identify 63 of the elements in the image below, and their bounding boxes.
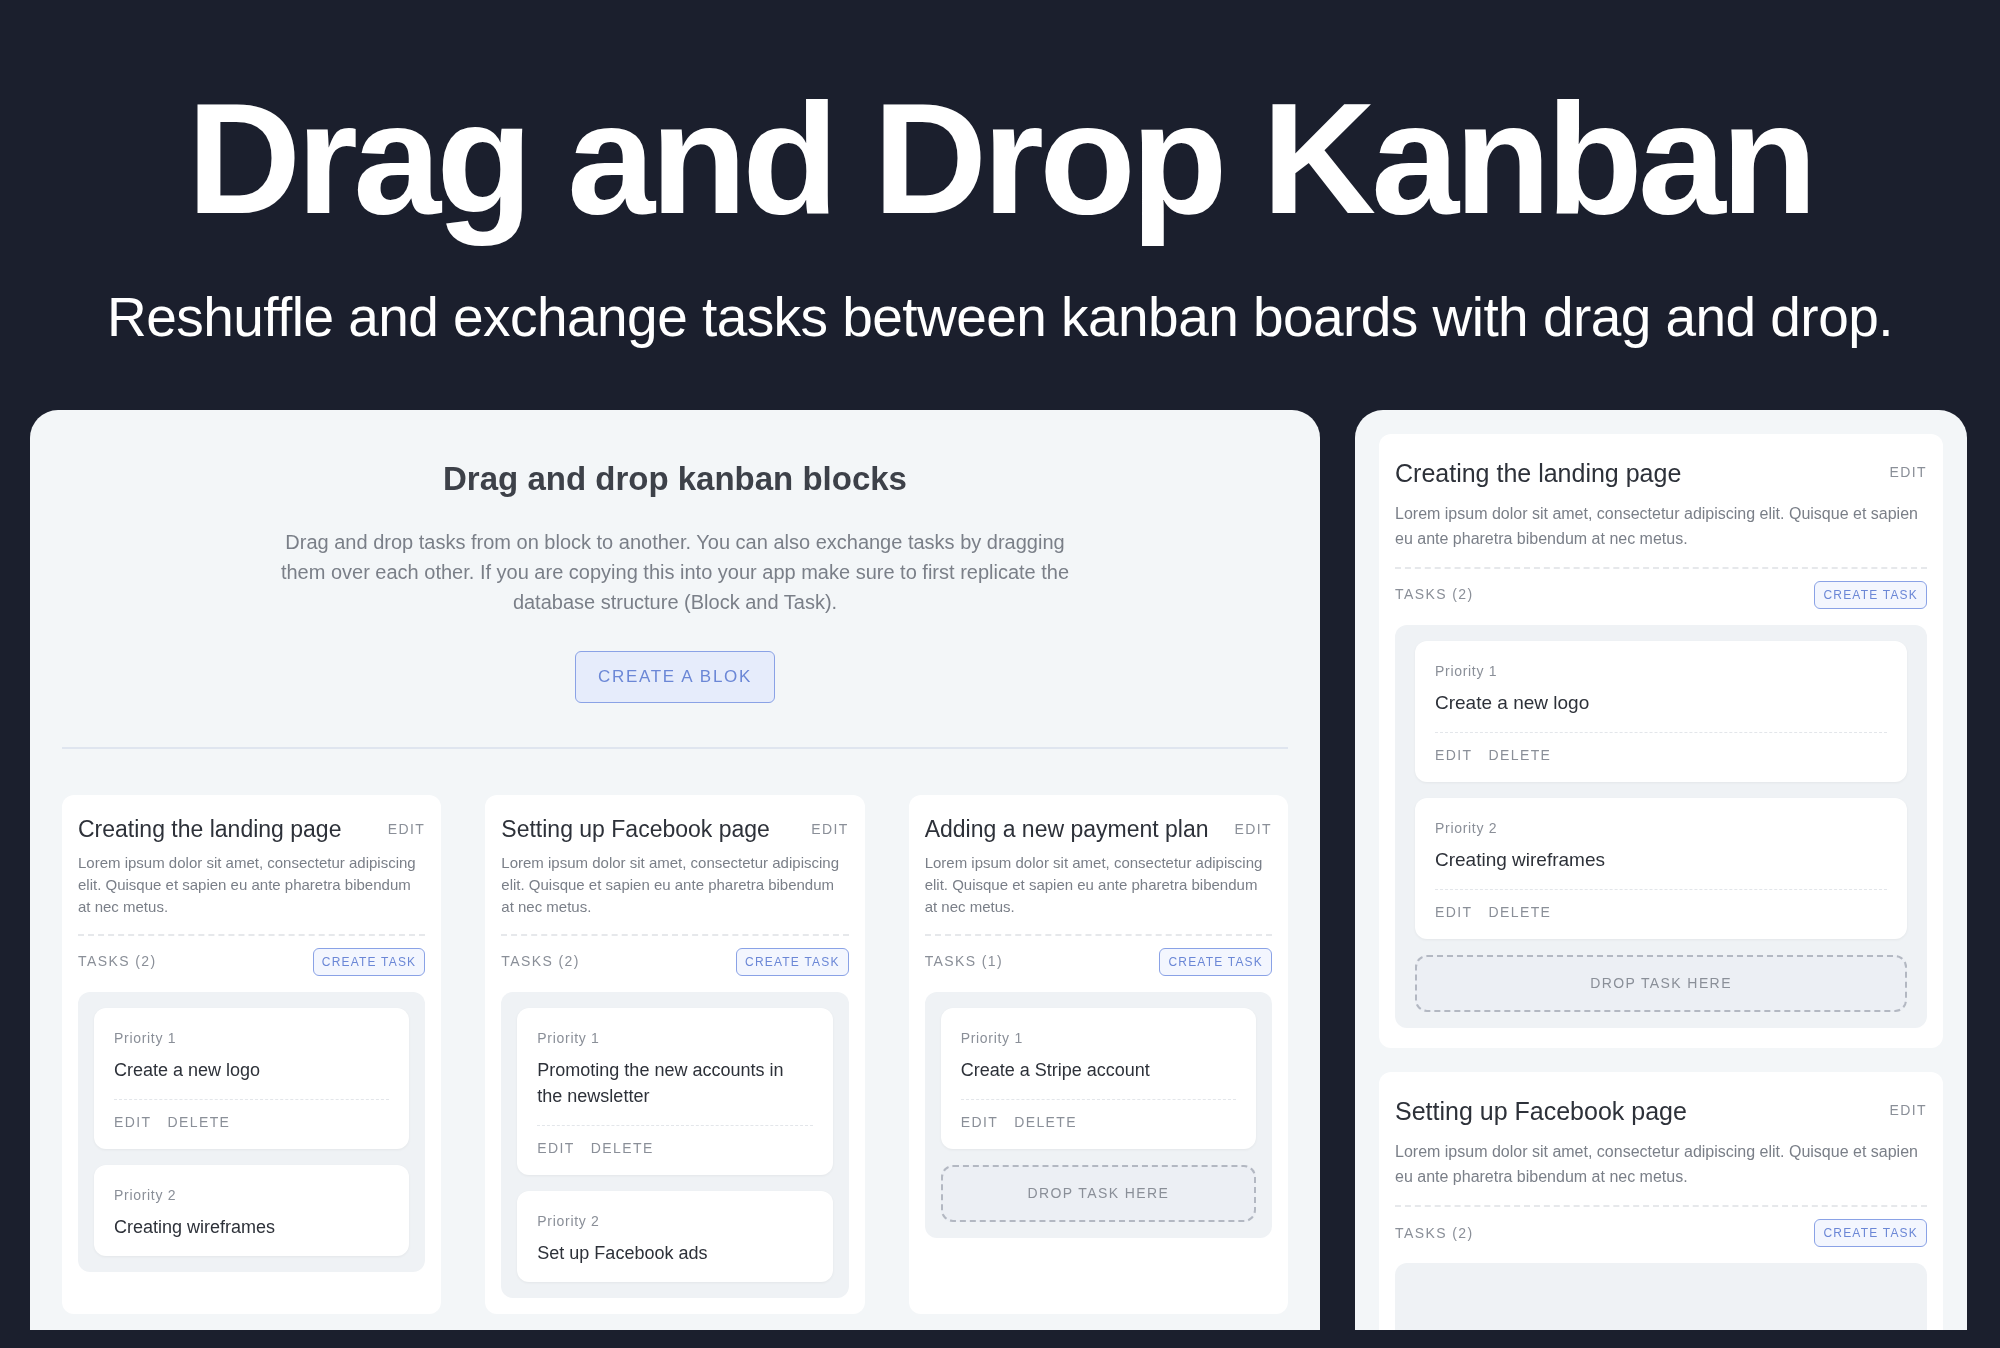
task-card[interactable]: Priority 1 Create a new logo EDIT DELETE: [1415, 640, 1907, 782]
task-action-link[interactable]: DELETE: [1014, 1111, 1078, 1133]
task-action-link[interactable]: DELETE: [1488, 901, 1552, 923]
block-title: Adding a new payment plan: [924, 815, 1209, 844]
create-task-button[interactable]: CREATE TASK: [736, 947, 849, 976]
task-action-link[interactable]: EDIT: [960, 1111, 999, 1133]
task-priority: Priority 1: [114, 1028, 178, 1048]
tasks-count: TASKS (2): [1395, 1223, 1474, 1243]
create-block-button[interactable]: CREATE A BLOK: [575, 651, 775, 704]
edit-link[interactable]: EDIT: [811, 819, 849, 841]
task-title: Create a Stripe account: [960, 1058, 1151, 1082]
task-priority: Priority 1: [960, 1028, 1024, 1048]
block-description: Lorem ipsum dolor sit amet, consectetur adipiscing elit. Quisque et sapien eu ante pharetra bibendum at nec metus.: [1395, 503, 1919, 549]
create-task-button[interactable]: CREATE TASK: [312, 947, 426, 976]
task-priority: Priority 1: [1435, 661, 1499, 681]
task-priority: Priority 1: [537, 1028, 601, 1048]
task-card[interactable]: Priority 2 Creating wireframes EDIT DELETE: [1415, 797, 1907, 939]
task-action-link[interactable]: EDIT: [114, 1111, 152, 1133]
create-task-button[interactable]: CREATE TASK: [1159, 947, 1272, 976]
task-action-link[interactable]: EDIT: [1435, 744, 1473, 766]
edit-link[interactable]: EDIT: [1889, 1099, 1927, 1121]
task-priority: Priority 2: [1435, 818, 1499, 838]
edit-link[interactable]: EDIT: [1234, 819, 1272, 841]
block-description: Lorem ipsum dolor sit amet, consectetur adipiscing elit. Quisque et sapien eu ante pharetra bibendum at nec metus.: [1395, 1142, 1919, 1188]
block-title: Setting up Facebook page: [501, 815, 770, 844]
task-card[interactable]: Priority 1 Create a new logo EDIT DELETE: [94, 1007, 410, 1149]
panel-description: Drag and drop tasks from on block to another. You can also exchange tasks by dragging them over each other. If you are copying this into your app make sure to first replicate the database structure (Block and Task).: [279, 530, 1071, 616]
task-title: Create a new logo: [1435, 690, 1591, 715]
edit-link[interactable]: EDIT: [387, 819, 426, 841]
drop-zone[interactable]: DROP TASK HERE: [1415, 954, 1907, 1012]
task-priority: Priority 2: [537, 1211, 601, 1231]
task-title: Creating wireframes: [114, 1215, 277, 1239]
hero-title: Drag and Drop Kanban: [187, 69, 1813, 248]
block-description: Lorem ipsum dolor sit amet, consectetur adipiscing elit. Quisque et sapien eu ante pharetra bibendum at nec metus.: [78, 852, 417, 917]
task-title: Create a new logo: [114, 1058, 262, 1082]
block-title: Setting up Facebook page: [1395, 1095, 1687, 1127]
task-action-link[interactable]: EDIT: [537, 1137, 575, 1159]
tasks-count: TASKS (1): [924, 952, 1004, 972]
tasks-count: TASKS (2): [501, 952, 580, 972]
task-action-link[interactable]: DELETE: [590, 1137, 654, 1159]
panel-title: Drag and drop kanban blocks: [442, 458, 908, 499]
task-card[interactable]: Priority 1 Create a Stripe account EDIT DELETE: [940, 1007, 1256, 1149]
block-description: Lorem ipsum dolor sit amet, consectetur adipiscing elit. Quisque et sapien eu ante pharetra bibendum at nec metus.: [924, 852, 1264, 917]
create-task-button[interactable]: CREATE TASK: [1814, 1219, 1927, 1248]
edit-link[interactable]: EDIT: [1889, 461, 1927, 483]
task-action-link[interactable]: DELETE: [1488, 744, 1552, 766]
block-title: Creating the landing page: [1395, 457, 1682, 489]
task-card[interactable]: Priority 2 Creating wireframes: [94, 1164, 410, 1256]
drop-zone[interactable]: DROP TASK HERE: [940, 1164, 1256, 1222]
block-title: Creating the landing page: [78, 815, 342, 844]
create-task-button[interactable]: CREATE TASK: [1814, 580, 1927, 609]
task-priority: Priority 2: [114, 1185, 178, 1205]
task-title: Promoting the new accounts in the newsletter: [537, 1058, 785, 1108]
task-title: Set up Facebook ads: [537, 1241, 709, 1265]
tasks-count: TASKS (2): [1395, 585, 1474, 605]
tasks-count: TASKS (2): [78, 952, 157, 972]
task-card[interactable]: Priority 1 Promoting the new accounts in the newsletter EDIT DELETE: [517, 1007, 833, 1175]
task-action-link[interactable]: DELETE: [167, 1111, 231, 1133]
task-action-link[interactable]: EDIT: [1435, 901, 1473, 923]
block-description: Lorem ipsum dolor sit amet, consectetur adipiscing elit. Quisque et sapien eu ante pharetra bibendum at nec metus.: [501, 852, 840, 917]
hero-subtitle: Reshuffle and exchange tasks between kanban boards with drag and drop.: [107, 284, 1893, 350]
task-card[interactable]: Priority 2 Set up Facebook ads: [517, 1190, 833, 1282]
task-title: Creating wireframes: [1435, 847, 1606, 872]
